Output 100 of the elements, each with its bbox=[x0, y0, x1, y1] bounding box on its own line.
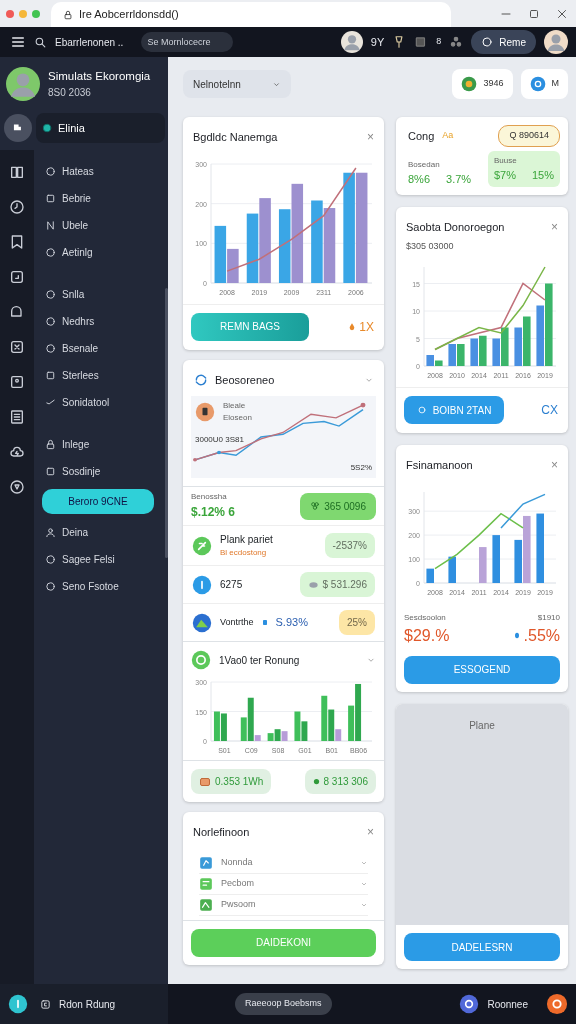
sidebar-item[interactable]: Inlege bbox=[44, 435, 159, 453]
status-link[interactable]: Rdon Rdung bbox=[40, 996, 116, 1012]
stat-value: .55% bbox=[523, 625, 560, 646]
circle-icon bbox=[45, 165, 56, 177]
close-button[interactable]: × bbox=[367, 826, 374, 839]
note-icon[interactable] bbox=[9, 269, 25, 285]
avatar bbox=[340, 31, 363, 53]
coin-icon bbox=[192, 574, 212, 595]
sidebar-item[interactable]: Ubele bbox=[44, 216, 159, 234]
scrollbar[interactable] bbox=[165, 288, 168, 558]
mountain-icon bbox=[192, 612, 212, 633]
value-pill: 8 313 306 bbox=[304, 769, 376, 794]
window-control-dot[interactable] bbox=[6, 9, 14, 18]
bookmark-icon[interactable] bbox=[9, 234, 25, 250]
value-pill: 25% bbox=[339, 610, 375, 635]
image-icon[interactable] bbox=[9, 374, 25, 390]
stat-value: 3.7% bbox=[446, 171, 472, 187]
list-item[interactable]: Nonnda bbox=[199, 852, 368, 874]
sidebar-item[interactable]: Seno Fsotoe bbox=[44, 577, 159, 595]
stat-value: 15% bbox=[531, 167, 554, 183]
clover-icon bbox=[310, 501, 321, 511]
sidebar-item[interactable]: Sonidatool bbox=[44, 393, 159, 411]
value-pill: -2537% bbox=[324, 533, 375, 558]
list-icon[interactable] bbox=[9, 409, 25, 425]
calendar-icon[interactable] bbox=[9, 339, 25, 355]
close-button[interactable]: × bbox=[551, 221, 558, 234]
search-icon[interactable] bbox=[34, 35, 47, 49]
sidebar-item[interactable]: Sagee Felsi bbox=[44, 550, 159, 568]
leaf-icon bbox=[192, 535, 212, 556]
window-control-dot[interactable] bbox=[32, 9, 40, 18]
notification-icon[interactable] bbox=[546, 993, 568, 1015]
target-icon bbox=[416, 405, 427, 415]
counter-text: 9Y bbox=[370, 34, 385, 50]
window-control-dot[interactable] bbox=[19, 9, 27, 18]
tag-label: Aa bbox=[442, 129, 454, 142]
sidebar-item[interactable]: Deina bbox=[44, 523, 159, 541]
bar bbox=[246, 213, 259, 283]
nav-item[interactable]: Elinia bbox=[36, 113, 165, 143]
trend-percent: 5S2% bbox=[350, 462, 372, 474]
list-item[interactable]: Pecbom bbox=[199, 873, 368, 895]
row-title: Vontrthe bbox=[220, 615, 254, 629]
sidebar-item[interactable]: Bsenale bbox=[44, 339, 159, 357]
filter-dropdown[interactable]: Nelnotelnn bbox=[183, 70, 291, 98]
cloud-icon[interactable] bbox=[9, 444, 25, 460]
coin-icon bbox=[461, 76, 478, 92]
card-title: Cong bbox=[408, 128, 435, 144]
sidebar-item[interactable]: Sosdinje bbox=[44, 462, 159, 480]
sidebar-item[interactable]: Aetinlg bbox=[44, 243, 159, 261]
person-icon bbox=[45, 526, 56, 538]
browser-tab[interactable]: Ire Aobcerrldonsdd() bbox=[51, 2, 451, 27]
sidebar-button[interactable]: Beroro 9CNE bbox=[42, 489, 154, 514]
badge-count: 8 bbox=[436, 35, 442, 49]
maximize-icon[interactable] bbox=[528, 7, 540, 20]
stat-value: $29.% bbox=[404, 625, 450, 646]
info-icon[interactable] bbox=[8, 994, 28, 1014]
profile-subtitle: 8S0 2036 bbox=[48, 86, 92, 101]
sidebar-item[interactable]: Snlla bbox=[44, 285, 159, 303]
menu-icon[interactable] bbox=[10, 34, 26, 50]
compass-icon[interactable] bbox=[9, 479, 25, 495]
search-label: Ebarrlenonen .. bbox=[55, 35, 124, 50]
placeholder-label: Plane bbox=[469, 718, 495, 733]
stat-value: $7% bbox=[494, 167, 517, 183]
stat-chip[interactable]: M bbox=[520, 69, 568, 99]
lock-icon bbox=[63, 9, 73, 20]
section-title: 1Vao0 ter Ronung bbox=[219, 653, 300, 668]
zigzag-icon bbox=[45, 219, 56, 231]
value-pill: $ 531.296 bbox=[299, 572, 375, 597]
search-field[interactable]: Se Mornlocecre bbox=[141, 32, 234, 52]
sidebar-item[interactable]: Bebrie bbox=[44, 189, 159, 207]
status-badge: Q 890614 bbox=[498, 125, 560, 147]
close-icon[interactable] bbox=[556, 7, 568, 20]
stat-value: 8%6 bbox=[408, 171, 431, 187]
user-label[interactable]: Roonnee bbox=[487, 996, 528, 1012]
chart-icon bbox=[199, 855, 213, 870]
row-value: S.93% bbox=[275, 615, 308, 631]
sidebar-item[interactable]: Sterlees bbox=[44, 366, 159, 384]
circle-icon bbox=[45, 553, 56, 565]
status-dot-icon bbox=[42, 123, 52, 133]
account-button[interactable]: Reme bbox=[471, 30, 536, 54]
card-title: Norlefinoon bbox=[193, 825, 250, 840]
square-icon bbox=[45, 369, 56, 381]
trend-label: 1X bbox=[359, 318, 374, 336]
sidebar-item[interactable]: Nedhrs bbox=[44, 312, 159, 330]
status-pill[interactable]: Raeeoop Boebsms bbox=[235, 993, 332, 1015]
square-icon bbox=[45, 465, 56, 477]
summary-label: Benossha bbox=[191, 491, 228, 503]
book-icon[interactable] bbox=[9, 164, 25, 180]
close-button[interactable]: × bbox=[551, 459, 558, 472]
stat-chip[interactable]: 3946 bbox=[452, 69, 513, 99]
circle-icon bbox=[45, 315, 56, 327]
badge-icon bbox=[191, 650, 211, 670]
chat-icon[interactable] bbox=[459, 994, 480, 1014]
sidebar-item[interactable]: Hateas bbox=[44, 162, 159, 180]
chart-icon bbox=[199, 897, 213, 912]
chat-icon[interactable] bbox=[9, 304, 25, 320]
clock-icon[interactable] bbox=[9, 199, 25, 215]
summary-value: $.12% 6 bbox=[191, 504, 236, 521]
row-subtitle: Bl ecdostong bbox=[220, 547, 268, 559]
list-item[interactable]: Pwsoom bbox=[199, 894, 368, 916]
close-button[interactable]: × bbox=[367, 131, 374, 144]
